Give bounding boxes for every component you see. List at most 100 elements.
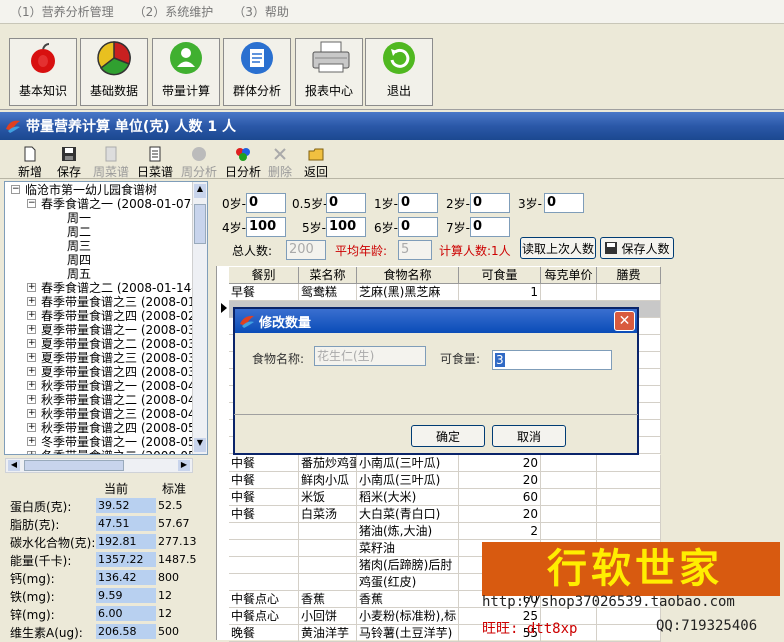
- tree-node[interactable]: 春季食谱之二 (2008-01-14-: [41, 281, 196, 295]
- food-name-field[interactable]: 花生仁(生): [314, 346, 426, 366]
- expand-icon[interactable]: +: [27, 325, 36, 334]
- table-cell-dish[interactable]: 米饭: [299, 489, 357, 506]
- table-cell-empty[interactable]: [597, 284, 661, 301]
- age-count-input[interactable]: 0: [470, 193, 510, 213]
- delete-button[interactable]: 删除: [268, 146, 292, 179]
- table-cell-meal[interactable]: 中餐点心: [229, 608, 299, 625]
- table-cell-dish[interactable]: 香蕉: [299, 591, 357, 608]
- table-cell-food[interactable]: 芝麻(黑)黑芝麻: [357, 284, 459, 301]
- table-cell-dish[interactable]: 黄油洋芋: [299, 625, 357, 642]
- tree-node[interactable]: 夏季带量食谱之三 (2008-03: [41, 351, 196, 365]
- tree-node[interactable]: 秋季带量食谱之一 (2008-04: [41, 379, 196, 393]
- exit-button[interactable]: 退出: [365, 38, 433, 106]
- table-cell-dish[interactable]: 鲜肉小瓜: [299, 472, 357, 489]
- table-cell-dish[interactable]: [299, 540, 357, 557]
- table-cell-meal[interactable]: [229, 557, 299, 574]
- table-cell-amount[interactable]: 2: [459, 523, 541, 540]
- collapse-icon[interactable]: −: [27, 199, 36, 208]
- table-cell-food[interactable]: 稻米(大米): [357, 489, 459, 506]
- tree-root[interactable]: 临沧市第一幼儿园食谱树: [25, 183, 157, 197]
- tree-day-item[interactable]: 周四: [67, 253, 91, 267]
- table-cell-empty[interactable]: [541, 506, 597, 523]
- table-cell-meal[interactable]: 中餐: [229, 472, 299, 489]
- tree-node[interactable]: 夏季带量食谱之二 (2008-03: [41, 337, 196, 351]
- table-cell-empty[interactable]: [541, 489, 597, 506]
- table-cell-food[interactable]: 鸡蛋(红皮): [357, 574, 459, 591]
- tree-node[interactable]: 秋季带量食谱之四 (2008-05: [41, 421, 196, 435]
- column-header[interactable]: 膳费: [597, 267, 661, 284]
- age-count-input[interactable]: 0: [398, 217, 438, 237]
- tree-node-expanded[interactable]: 春季食谱之一 (2008-01-07-: [41, 197, 196, 211]
- table-cell-amount[interactable]: 60: [459, 489, 541, 506]
- table-cell-empty[interactable]: [541, 284, 597, 301]
- table-cell-meal[interactable]: [229, 523, 299, 540]
- table-cell-empty[interactable]: [597, 506, 661, 523]
- table-cell-meal[interactable]: 晚餐: [229, 625, 299, 642]
- table-cell-empty[interactable]: [597, 523, 661, 540]
- age-count-input[interactable]: 100: [246, 217, 286, 237]
- age-count-input[interactable]: 0: [544, 193, 584, 213]
- expand-icon[interactable]: +: [27, 339, 36, 348]
- tree-node[interactable]: 夏季带量食谱之四 (2008-03: [41, 365, 196, 379]
- expand-icon[interactable]: +: [27, 311, 36, 320]
- quantity-calc-button[interactable]: 带量计算: [152, 38, 220, 106]
- ok-button[interactable]: 确定: [411, 425, 485, 447]
- table-cell-dish[interactable]: 白菜汤: [299, 506, 357, 523]
- table-cell-amount[interactable]: 20: [459, 506, 541, 523]
- menu-item-nutrition-management[interactable]: （1）营养分析管理: [0, 3, 124, 20]
- edible-amount-input[interactable]: 3: [492, 350, 612, 370]
- column-header[interactable]: 菜名称: [299, 267, 357, 284]
- close-icon[interactable]: ✕: [614, 311, 635, 331]
- table-cell-food[interactable]: 菜籽油: [357, 540, 459, 557]
- expand-icon[interactable]: +: [27, 283, 36, 292]
- save-count-button[interactable]: 保存人数: [600, 237, 674, 259]
- column-header[interactable]: 可食量: [459, 267, 541, 284]
- report-center-button[interactable]: 报表中心: [295, 38, 363, 106]
- table-cell-dish[interactable]: [299, 557, 357, 574]
- tree-day-item[interactable]: 周三: [67, 239, 91, 253]
- expand-icon[interactable]: +: [27, 423, 36, 432]
- menu-item-system-maintenance[interactable]: （2）系统维护: [124, 3, 224, 20]
- age-count-input[interactable]: 0: [470, 217, 510, 237]
- table-cell-food[interactable]: 小麦粉(标准粉),标: [357, 608, 459, 625]
- group-analysis-button[interactable]: 群体分析: [223, 38, 291, 106]
- back-button[interactable]: 返回: [304, 146, 328, 179]
- table-cell-amount[interactable]: 20: [459, 472, 541, 489]
- table-cell-dish[interactable]: 鸳鸯糕: [299, 284, 357, 301]
- table-cell-empty[interactable]: [541, 455, 597, 472]
- expand-icon[interactable]: +: [27, 437, 36, 446]
- table-cell-dish[interactable]: [299, 574, 357, 591]
- table-cell-food[interactable]: 猪油(炼,大油): [357, 523, 459, 540]
- table-cell-meal[interactable]: 早餐: [229, 284, 299, 301]
- basic-data-button[interactable]: 基础数据: [80, 38, 148, 106]
- tree-day-item[interactable]: 周一: [67, 211, 91, 225]
- weekly-menu-button[interactable]: 周菜谱: [93, 146, 129, 179]
- column-header[interactable]: 食物名称: [357, 267, 459, 284]
- read-last-count-button[interactable]: 读取上次人数: [520, 237, 596, 259]
- tree-node[interactable]: 秋季带量食谱之二 (2008-04: [41, 393, 196, 407]
- table-cell-empty[interactable]: [597, 472, 661, 489]
- expand-icon[interactable]: +: [27, 451, 36, 454]
- table-cell-meal[interactable]: 中餐点心: [229, 591, 299, 608]
- table-cell-empty[interactable]: [541, 472, 597, 489]
- daily-menu-button[interactable]: 日菜谱: [137, 146, 173, 179]
- average-age-field[interactable]: 5: [398, 240, 432, 260]
- tree-node[interactable]: 秋季带量食谱之三 (2008-04: [41, 407, 196, 421]
- tree-horizontal-scrollbar[interactable]: ◀ ▶: [5, 458, 193, 473]
- age-count-input[interactable]: 0: [246, 193, 286, 213]
- table-cell-food[interactable]: 香蕉: [357, 591, 459, 608]
- column-header[interactable]: 每克单价: [541, 267, 597, 284]
- tree-day-item[interactable]: 周二: [67, 225, 91, 239]
- tree-node[interactable]: 冬季带量食谱之二 (2008-05: [41, 449, 196, 454]
- cancel-button[interactable]: 取消: [492, 425, 566, 447]
- table-cell-meal[interactable]: 中餐: [229, 489, 299, 506]
- tree-node[interactable]: 夏季带量食谱之一 (2008-03: [41, 323, 196, 337]
- expand-icon[interactable]: +: [27, 353, 36, 362]
- daily-analysis-button[interactable]: 日分析: [225, 146, 261, 179]
- expand-icon[interactable]: +: [27, 409, 36, 418]
- table-cell-empty[interactable]: [541, 523, 597, 540]
- table-cell-meal[interactable]: [229, 540, 299, 557]
- table-cell-dish[interactable]: 番茄炒鸡蛋: [299, 455, 357, 472]
- weekly-analysis-button[interactable]: 周分析: [181, 146, 217, 179]
- age-count-input[interactable]: 0: [398, 193, 438, 213]
